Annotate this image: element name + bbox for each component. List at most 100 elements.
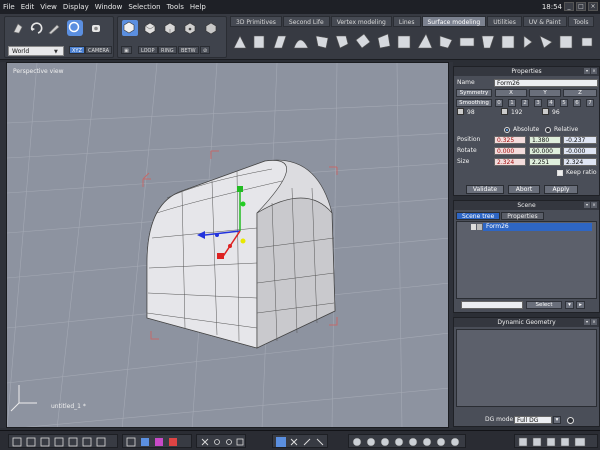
menu-edit[interactable]: Edit xyxy=(18,0,38,14)
scene-title: Scene xyxy=(517,202,536,209)
smoothing-level-0[interactable]: 0 xyxy=(495,99,503,107)
smoothing-level-4[interactable]: 4 xyxy=(547,99,555,107)
rotate-y-field[interactable]: 90.000 xyxy=(529,147,561,155)
select-field[interactable] xyxy=(461,301,523,309)
rotate-z-field[interactable]: -0.000 xyxy=(563,147,597,155)
toggle-mode-button[interactable]: ⊘ xyxy=(200,46,211,54)
surface-tool-icons[interactable] xyxy=(233,33,593,49)
symmetry-y-button[interactable]: Y xyxy=(529,89,561,97)
select-button[interactable]: Select xyxy=(526,301,562,309)
tab-scene-properties[interactable]: Properties xyxy=(501,212,544,220)
axis-indicator xyxy=(10,385,37,412)
rotate-x-field[interactable]: 0.000 xyxy=(494,147,526,155)
coordinate-space-select[interactable]: World ▼ xyxy=(8,46,64,56)
size-x-field[interactable]: 2.324 xyxy=(494,158,526,166)
relative-radio[interactable] xyxy=(545,127,551,133)
between-mode-button[interactable]: BETW xyxy=(178,46,199,54)
box-icon xyxy=(518,437,528,447)
tab-tools[interactable]: Tools xyxy=(567,16,595,27)
color-swatch-icon[interactable] xyxy=(542,108,549,115)
menu-window[interactable]: Window xyxy=(92,0,126,14)
smoothing-level-3[interactable]: 3 xyxy=(534,99,542,107)
tab-uv-paint[interactable]: UV & Paint xyxy=(522,16,567,27)
color-swatch-icon[interactable] xyxy=(501,108,508,115)
position-x-field[interactable]: 0.325 xyxy=(494,136,526,144)
keep-ratio-checkbox[interactable] xyxy=(557,170,563,176)
menu-help[interactable]: Help xyxy=(187,0,209,14)
position-y-field[interactable]: 1.380 xyxy=(529,136,561,144)
chevron-down-icon[interactable]: ▾ xyxy=(553,416,561,424)
scene-tree[interactable]: Form26 xyxy=(456,221,597,299)
tab-3d-primitives[interactable]: 3D Primitives xyxy=(230,16,282,27)
camera-mode-button[interactable]: CAMERA xyxy=(85,46,113,54)
size-y-field[interactable]: 2.251 xyxy=(529,158,561,166)
element-select-icon[interactable] xyxy=(204,21,218,35)
camera-icon[interactable] xyxy=(89,21,103,35)
collapse-icon[interactable]: ▾ xyxy=(584,202,590,208)
loop-mode-button[interactable]: LOOP xyxy=(138,46,158,54)
panel-controls: ▾ × xyxy=(584,319,597,325)
select-options-icon[interactable]: ▸ xyxy=(576,301,585,309)
ring-mode-button[interactable]: RING xyxy=(158,46,177,54)
edge-select-icon[interactable] xyxy=(163,21,177,35)
perspective-viewport[interactable]: Perspective view untitled_1 * xyxy=(6,62,449,428)
menu-view[interactable]: View xyxy=(37,0,60,14)
visibility-icon[interactable] xyxy=(477,224,482,230)
xyz-mode-button[interactable]: XYZ xyxy=(69,46,85,54)
validate-button[interactable]: Validate xyxy=(466,185,504,194)
color-swatch-icon[interactable] xyxy=(457,108,464,115)
symmetry-button[interactable]: Symmetry xyxy=(456,89,492,97)
name-field[interactable]: Form26 xyxy=(494,79,598,87)
abort-button[interactable]: Abort xyxy=(508,185,540,194)
move-view-icon[interactable] xyxy=(47,21,61,35)
select-down-icon[interactable]: ▾ xyxy=(565,301,574,309)
smoothing-level-2[interactable]: 2 xyxy=(521,99,529,107)
taper-icon xyxy=(315,35,329,49)
tab-vertex-modeling[interactable]: Vertex modeling xyxy=(330,16,392,27)
tree-item-label[interactable]: Form26 xyxy=(483,223,592,231)
rotate-view-icon[interactable] xyxy=(29,21,43,35)
tab-surface-modeling[interactable]: Surface modeling xyxy=(421,16,487,27)
snapshot-icon xyxy=(574,437,586,447)
menu-file[interactable]: File xyxy=(0,0,18,14)
smoothing-level-5[interactable]: 5 xyxy=(560,99,568,107)
pan-hand-icon[interactable] xyxy=(11,21,25,35)
object-select-icon[interactable] xyxy=(122,20,138,36)
face-select-icon[interactable] xyxy=(143,21,157,35)
smoothing-level-1[interactable]: 1 xyxy=(508,99,516,107)
close-icon[interactable]: × xyxy=(591,68,597,74)
keep-ratio-label: Keep ratio xyxy=(566,169,597,176)
size-z-field[interactable]: 2.324 xyxy=(563,158,597,166)
rotate-tool-icon xyxy=(290,438,298,446)
apply-button[interactable]: Apply xyxy=(544,185,578,194)
edge-mode-icon-button[interactable]: ▣ xyxy=(121,46,132,54)
tab-second-life[interactable]: Second Life xyxy=(282,16,330,27)
minimize-button[interactable]: _ xyxy=(564,2,574,11)
menu-display[interactable]: Display xyxy=(60,0,92,14)
smoothing-button[interactable]: Smoothing xyxy=(456,99,492,107)
tab-scene-tree[interactable]: Scene tree xyxy=(456,212,501,220)
maximize-button[interactable]: □ xyxy=(576,2,586,11)
symmetry-z-button[interactable]: Z xyxy=(563,89,597,97)
smoothing-level-7[interactable]: 7 xyxy=(586,99,594,107)
close-icon[interactable]: × xyxy=(591,319,597,325)
tab-lines[interactable]: Lines xyxy=(392,16,421,27)
symmetry-x-button[interactable]: X xyxy=(495,89,527,97)
close-icon[interactable]: × xyxy=(591,202,597,208)
dg-settings-icon[interactable] xyxy=(567,417,574,424)
vertex-select-icon[interactable] xyxy=(183,21,197,35)
tab-utilities[interactable]: Utilities xyxy=(487,16,522,27)
lock-icon[interactable] xyxy=(471,224,476,230)
collapse-icon[interactable]: ▾ xyxy=(584,319,590,325)
menu-selection[interactable]: Selection xyxy=(125,0,163,14)
collapse-icon[interactable]: ▾ xyxy=(584,68,590,74)
close-button[interactable]: × xyxy=(588,2,598,11)
move-tool-icon xyxy=(276,437,286,447)
absolute-radio[interactable] xyxy=(504,127,510,133)
orbit-selected-icon[interactable] xyxy=(67,20,83,36)
position-z-field[interactable]: -0.237 xyxy=(563,136,597,144)
menu-tools[interactable]: Tools xyxy=(164,0,187,14)
dg-mode-select[interactable]: Full DG xyxy=(514,416,552,424)
tree-item[interactable]: Form26 xyxy=(458,223,597,231)
smoothing-level-6[interactable]: 6 xyxy=(573,99,581,107)
